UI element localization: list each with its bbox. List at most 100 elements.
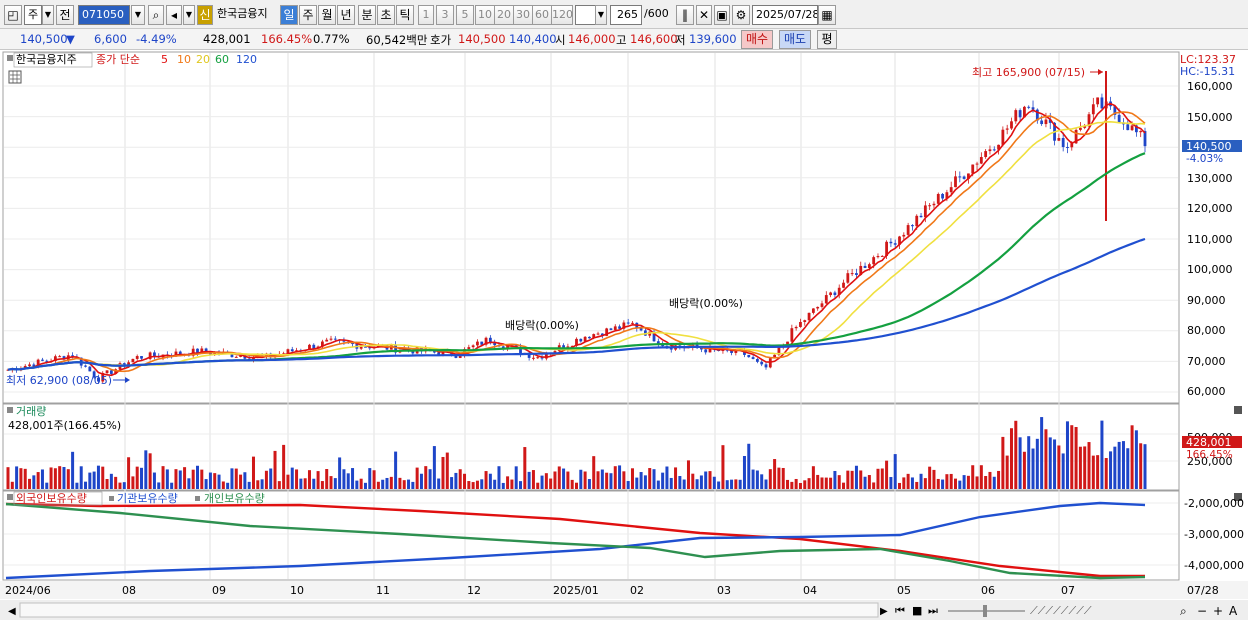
interval-20[interactable]: 20 [494,5,514,25]
ask-price: 140,500 [458,32,506,46]
tab-period-month[interactable]: 월 [318,5,336,25]
volume-bar [562,468,566,489]
crosshair-icon[interactable]: ✕ [696,5,712,25]
candle-body [971,164,975,174]
scroll-right-icon[interactable]: ▶ [880,606,888,617]
font-size-icon[interactable]: A [1229,604,1238,618]
x-label-04: 04 [803,584,817,597]
eval-button[interactable]: 평 [817,30,837,49]
interval-120[interactable]: 120 [551,5,573,25]
stock-code-input[interactable]: 071050 [78,5,130,25]
volume-bar [734,479,738,489]
table-toggle-icon[interactable] [8,70,22,84]
drawing-tools-icon[interactable]: ⟋⟋⟋⟋⟋⟋⟋⟋ [1030,604,1092,617]
volume-bar [1053,439,1057,489]
speaker-dropdown-icon[interactable]: ▼ [183,5,195,25]
volume-bar [764,479,768,489]
volume-bar [1130,425,1134,489]
candle-body [1100,97,1104,109]
period-prefix-button[interactable]: 전 [56,5,74,25]
volume-bar [256,480,260,489]
close-panel-icon[interactable] [1234,406,1242,414]
volume-bar [842,482,846,489]
volume-bar [79,466,83,489]
volume-bar [592,456,596,489]
legend-ma120: 120 [236,53,257,66]
price-panel-title: 한국금융지주 [16,53,77,66]
volume-bar [1100,420,1104,489]
tab-period-week[interactable]: 주 [299,5,317,25]
volume-bar [359,478,363,489]
volume-bar [876,468,880,489]
volume-bar [312,478,316,489]
window-menu-icon[interactable]: ◰ [4,5,22,25]
volume-bar [630,468,634,489]
count-input[interactable]: 265 [610,5,642,25]
chevron-down-icon[interactable]: ▼ [42,5,54,25]
scrollbar-track[interactable] [19,602,879,618]
volume-bar [15,466,19,489]
high-label: 고 [616,33,627,47]
interval-5[interactable]: 5 [456,5,474,25]
zoom-in-icon[interactable]: + [1213,604,1223,618]
jump-last-icon[interactable]: ⏭ [928,604,938,617]
save-icon[interactable]: ▣ [714,5,730,25]
scroll-left-icon[interactable]: ◀ [8,606,16,617]
interval-10[interactable]: 10 [475,5,495,25]
search-icon[interactable]: ⌕ [148,5,164,25]
chart-canvas[interactable]: 한국금융지주 종가 단순 5 10 20 60 120 LC:123.37 HC… [0,51,1248,621]
zoom-slider-handle[interactable] [983,605,987,617]
buy-button[interactable]: 매수 [741,30,773,49]
zoom-out-icon[interactable]: − [1197,604,1207,618]
magnify-icon[interactable]: ⌕ [1180,604,1187,618]
price-tick-90000: 90,000 [1187,294,1226,307]
interval-60[interactable]: 60 [532,5,552,25]
volume-bar [19,468,23,489]
volume-bar [721,445,725,489]
interval-dropdown-icon[interactable]: ▼ [595,5,607,25]
tab-period-tick[interactable]: 틱 [396,5,414,25]
volume-bar [747,443,751,489]
tab-period-day[interactable]: 일 [280,5,298,25]
tab-period-minute[interactable]: 분 [358,5,376,25]
stop-icon[interactable]: ■ [912,604,922,617]
holdings-tick-4m: -4,000,000 [1184,559,1244,572]
volume-bar [36,472,40,489]
speaker-icon[interactable]: ◂ [166,5,182,25]
jump-first-icon[interactable]: ⏮ [895,604,905,617]
calendar-icon[interactable]: ▦ [818,5,836,25]
code-dropdown-icon[interactable]: ▼ [131,5,145,25]
candle-body [1040,120,1044,125]
volume-bar [1104,458,1108,489]
volume-bar [549,478,553,489]
volume-bar [954,478,957,489]
volume-bar [187,478,191,489]
tab-period-year[interactable]: 년 [337,5,355,25]
volume-bar [475,480,479,489]
candle-body [41,359,44,361]
holdings-label-institution: 기관보유수량 [117,492,178,505]
volume-bar [773,459,777,489]
volume-bar [609,473,613,489]
candle-body [325,339,329,342]
volume-bar [742,455,746,489]
date-input[interactable]: 2025/07/28 [752,5,818,25]
gear-icon[interactable]: ⚙ [732,5,750,25]
volume-bar [1009,428,1013,489]
candle-body [58,356,62,358]
legend-ma10: 10 [177,53,191,66]
volume-bar [394,451,398,489]
tab-period-second[interactable]: 초 [377,5,395,25]
candle-body [915,215,919,227]
interval-1[interactable]: 1 [418,5,434,25]
sell-button[interactable]: 매도 [779,30,811,49]
interval-30[interactable]: 30 [513,5,533,25]
volume-bar [58,466,62,489]
market-select[interactable]: 주 [24,5,42,25]
volume-bar [191,469,195,489]
candle-body [807,312,811,321]
candle-icon[interactable]: ‖ [676,5,694,25]
candle-body [1078,127,1082,130]
volume-bar [428,469,432,489]
interval-3[interactable]: 3 [436,5,454,25]
